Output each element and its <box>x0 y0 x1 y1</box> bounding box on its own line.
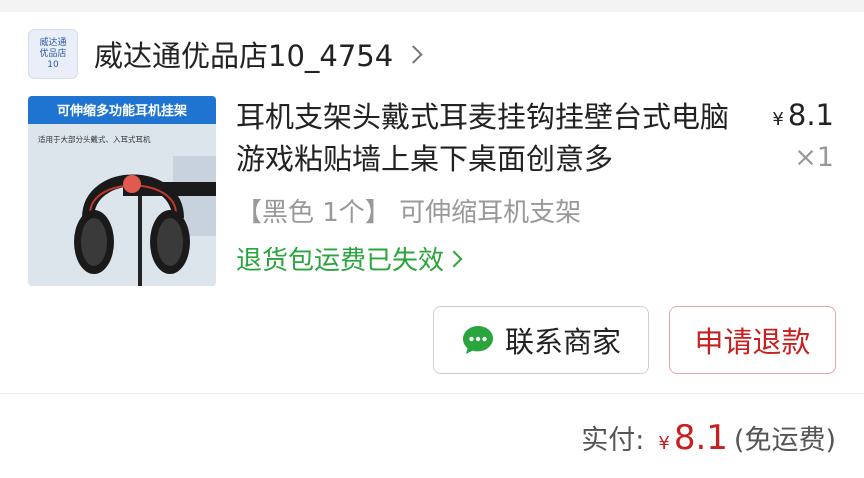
return-shipping-note[interactable]: 退货包运费已失效 <box>236 240 463 277</box>
request-refund-label: 申请退款 <box>694 325 811 359</box>
request-refund-button[interactable]: 申请退款 <box>669 306 836 374</box>
chevron-right-icon <box>445 250 463 267</box>
shop-header[interactable]: 威达通 优品店 10 威达通优品店10_4754 <box>28 26 423 82</box>
shop-logo-line: 优品店 <box>39 48 67 59</box>
product-title[interactable]: 耳机支架头戴式耳麦挂钩挂壁台式电脑游戏粘贴墙上桌下桌面创意多 <box>236 96 736 180</box>
product-price: ¥8.1 <box>772 98 834 132</box>
currency-symbol: ¥ <box>772 109 784 130</box>
currency-symbol: ¥ <box>658 433 670 454</box>
product-image: 可伸缩多功能耳机挂架 适用于大部分头戴式、入耳式耳机 <box>28 96 216 286</box>
chat-bubble-icon <box>462 326 493 354</box>
contact-seller-button[interactable]: 联系商家 <box>433 306 649 374</box>
product-thumbnail[interactable]: 可伸缩多功能耳机挂架 适用于大部分头戴式、入耳式耳机 <box>28 96 216 286</box>
paid-label: 实付: <box>581 425 645 456</box>
thumb-caption-text: 适用于大部分头戴式、入耳式耳机 <box>38 134 151 144</box>
contact-seller-label: 联系商家 <box>504 325 621 359</box>
shop-logo-line: 10 <box>47 59 59 70</box>
payment-summary: 实付: ¥ 8.1 (免运费) <box>581 418 836 458</box>
chevron-right-icon[interactable] <box>404 44 423 64</box>
price-value: 8.1 <box>787 98 834 132</box>
paid-amount: 8.1 <box>673 418 728 458</box>
product-quantity: ×1 <box>794 142 834 173</box>
section-divider <box>0 393 864 394</box>
shop-logo: 威达通 优品店 10 <box>28 29 78 79</box>
return-note-text: 退货包运费已失效 <box>236 246 445 276</box>
top-separator <box>0 0 864 12</box>
product-spec: 【黑色 1个】 可伸缩耳机支架 <box>236 198 582 228</box>
shop-logo-line: 威达通 <box>39 37 67 48</box>
thumb-banner-text: 可伸缩多功能耳机挂架 <box>57 103 187 119</box>
shop-name[interactable]: 威达通优品店10_4754 <box>94 33 393 75</box>
shipping-note: (免运费) <box>733 425 836 456</box>
